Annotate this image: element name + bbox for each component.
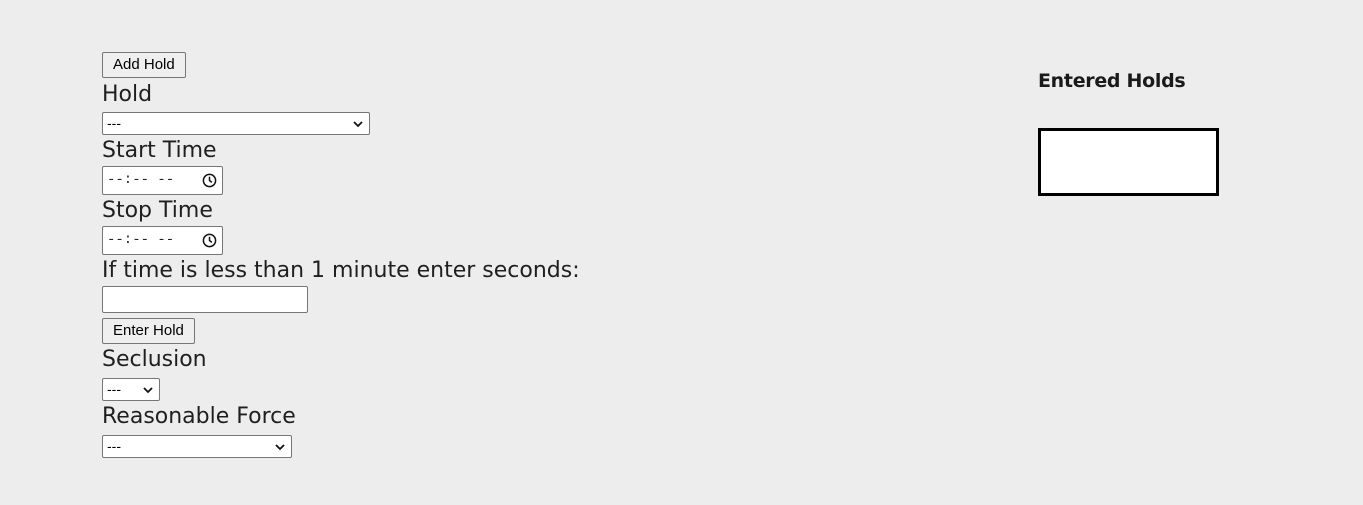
start-time-label: Start Time [102,138,217,163]
entered-holds-title: Entered Holds [1038,70,1186,92]
seconds-input[interactable] [102,286,308,313]
chevron-down-icon [275,444,285,451]
enter-hold-button[interactable]: Enter Hold [102,318,195,344]
chevron-down-icon [143,387,153,394]
reasonable-force-label: Reasonable Force [102,404,296,429]
seconds-label: If time is less than 1 minute enter seco… [102,258,580,283]
stop-time-value: --:-- -- [107,232,175,248]
entered-holds-list [1038,128,1219,196]
start-time-input[interactable]: --:-- -- [102,166,223,195]
start-time-value: --:-- -- [107,172,175,188]
clock-icon[interactable] [202,233,217,248]
seclusion-select-value: --- [107,381,121,397]
chevron-down-icon [353,121,363,128]
seclusion-label: Seclusion [102,347,207,372]
reasonable-force-select[interactable]: --- [102,435,292,458]
add-hold-button[interactable]: Add Hold [102,52,186,78]
seclusion-select[interactable]: --- [102,378,160,401]
hold-form: Add Hold Hold --- Start Time --:-- -- St… [102,52,662,458]
hold-label: Hold [102,82,153,107]
clock-icon[interactable] [202,173,217,188]
stop-time-label: Stop Time [102,198,213,223]
hold-select-value: --- [107,115,121,131]
stop-time-input[interactable]: --:-- -- [102,226,223,255]
reasonable-force-select-value: --- [107,438,121,454]
hold-select[interactable]: --- [102,112,370,135]
entered-holds-panel: Entered Holds [1038,66,1219,196]
